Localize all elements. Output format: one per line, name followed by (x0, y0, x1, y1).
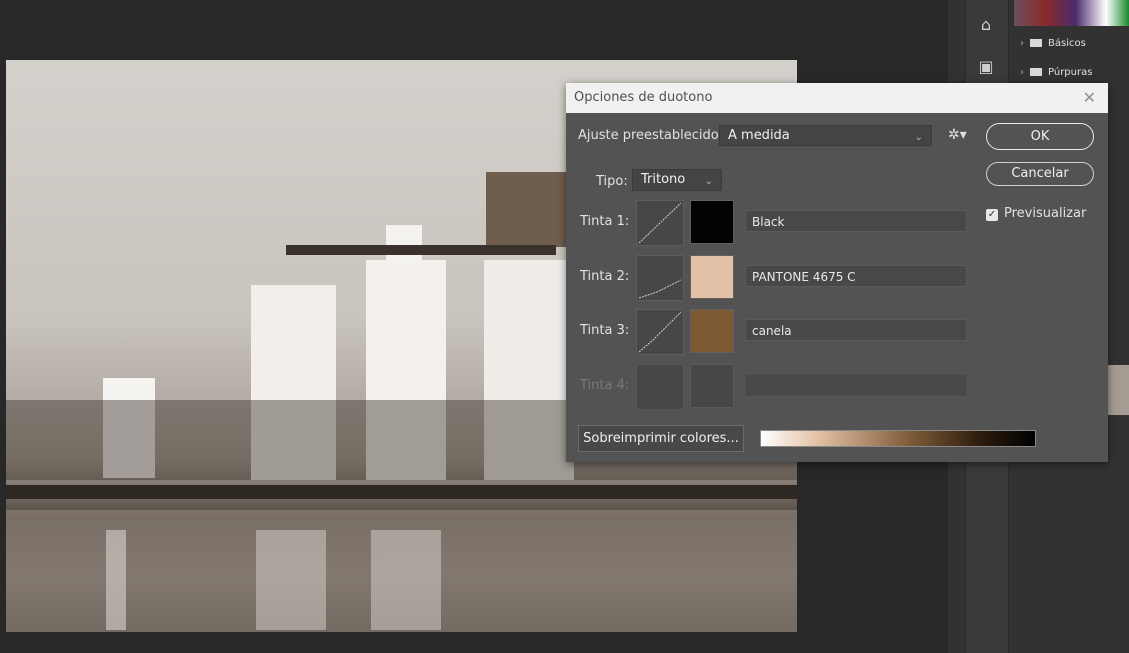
chevron-down-icon: ⌄ (914, 132, 923, 143)
gear-icon[interactable]: ✲▾ (948, 127, 967, 143)
ink-1-label: Tinta 1: (580, 214, 630, 229)
ink-1-name-field[interactable]: Black (745, 210, 967, 232)
ink-1-curve[interactable] (636, 200, 684, 246)
ink-3-name-field[interactable]: canela (745, 319, 967, 341)
ink-4-label: Tinta 4: (580, 378, 630, 393)
ink-2-swatch[interactable] (690, 255, 734, 299)
type-select[interactable]: Tritono ⌄ (632, 169, 722, 191)
swatch-thumbnails[interactable] (1014, 0, 1129, 26)
ink-2-curve[interactable] (636, 255, 684, 301)
ok-button[interactable]: OK (986, 123, 1094, 150)
curve-graph-icon (638, 279, 682, 299)
type-label: Tipo: (596, 174, 628, 189)
folder-basicos[interactable]: › Básicos (1020, 38, 1086, 49)
dialog-titlebar: Opciones de duotono ✕ (566, 83, 1108, 113)
ink-4-curve (636, 364, 684, 410)
close-icon[interactable]: ✕ (1083, 83, 1096, 113)
ink-3-curve[interactable] (636, 309, 684, 355)
dialog-title: Opciones de duotono (574, 90, 713, 105)
ink-2-name-field[interactable]: PANTONE 4675 C (745, 265, 967, 287)
preset-value: A medida (728, 128, 790, 143)
ink-3-label: Tinta 3: (580, 323, 630, 338)
folder-purpuras[interactable]: › Púrpuras (1020, 67, 1092, 78)
layer-thumbnail (1108, 365, 1129, 415)
folder-icon (1030, 39, 1042, 47)
chevron-right-icon: › (1020, 67, 1024, 78)
ink-3-swatch[interactable] (690, 309, 734, 353)
curve-graph-icon (638, 311, 682, 353)
chevron-down-icon: ⌄ (704, 176, 713, 187)
stamp-tool-icon[interactable]: ⌂ (975, 14, 997, 36)
preset-label: Ajuste preestablecido: (578, 128, 724, 143)
curve-graph-icon (638, 202, 682, 244)
preview-label: Previsualizar (1004, 206, 1087, 221)
duotone-gradient-bar (760, 430, 1036, 447)
preset-select[interactable]: A medida ⌄ (719, 125, 932, 146)
ink-1-swatch[interactable] (690, 200, 734, 244)
folder-icon (1030, 68, 1042, 76)
overprint-colors-button[interactable]: Sobreimprimir colores... (578, 425, 744, 452)
ink-4-swatch (690, 364, 734, 408)
chevron-right-icon: › (1020, 38, 1024, 49)
cancel-button[interactable]: Cancelar (986, 162, 1094, 186)
panel-toggle-icon[interactable]: ▣ (975, 56, 997, 78)
preview-checkbox[interactable]: ✓ (986, 209, 998, 221)
ink-2-label: Tinta 2: (580, 269, 630, 284)
duotone-options-dialog: Opciones de duotono ✕ Ajuste preestablec… (566, 83, 1108, 462)
ink-4-name-field (745, 374, 967, 396)
type-value: Tritono (641, 172, 686, 187)
